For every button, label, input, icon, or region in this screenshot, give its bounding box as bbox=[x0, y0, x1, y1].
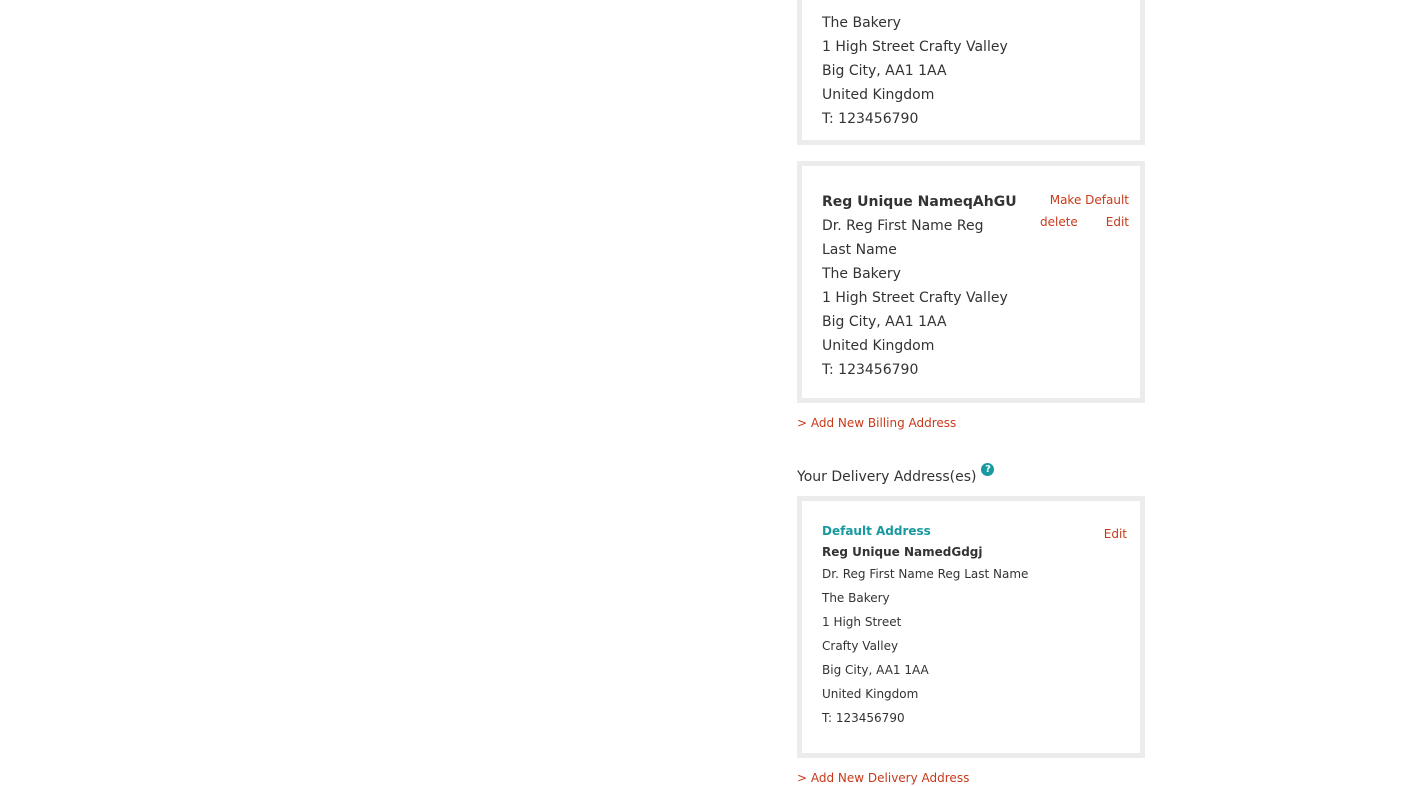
address-city-postcode: Big City, AA1 1AA bbox=[822, 314, 947, 330]
address-phone: T: 123456790 bbox=[822, 362, 919, 378]
address-locality: Crafty Valley bbox=[822, 639, 899, 653]
address-company: The Bakery bbox=[822, 266, 901, 282]
address-street: 1 High Street bbox=[822, 615, 902, 629]
address-company: The Bakery bbox=[822, 591, 890, 605]
address-phone: T: 123456790 bbox=[822, 711, 905, 725]
address-nickname: Reg Unique NameqAhGU bbox=[822, 194, 1017, 210]
delivery-section-title: Your Delivery Address(es)? bbox=[797, 463, 995, 488]
delete-link[interactable]: delete bbox=[1040, 215, 1078, 229]
address-street: 1 High Street Crafty Valley bbox=[822, 39, 1008, 55]
address-country: United Kingdom bbox=[822, 87, 935, 103]
add-new-delivery-address-link[interactable]: > Add New Delivery Address bbox=[797, 770, 969, 786]
address-city-postcode: Big City, AA1 1AA bbox=[822, 663, 929, 677]
address-phone: T: 123456790 bbox=[822, 111, 919, 127]
delivery-section-title-text: Your Delivery Address(es) bbox=[797, 469, 977, 485]
address-city-postcode: Big City, AA1 1AA bbox=[822, 63, 947, 79]
address-street: 1 High Street Crafty Valley bbox=[822, 290, 1008, 306]
edit-link[interactable]: Edit bbox=[1104, 527, 1127, 541]
make-default-link[interactable]: Make Default bbox=[1050, 193, 1129, 207]
billing-address-card: The Bakery 1 High Street Crafty Valley B… bbox=[797, 0, 1145, 145]
default-address-label: Default Address bbox=[822, 524, 931, 538]
address-country: United Kingdom bbox=[822, 687, 919, 701]
address-country: United Kingdom bbox=[822, 338, 935, 354]
address-nickname: Reg Unique NamedGdgj bbox=[822, 545, 983, 559]
add-new-billing-address-link[interactable]: > Add New Billing Address bbox=[797, 415, 956, 431]
address-full-name: Dr. Reg First Name Reg Last Name bbox=[822, 218, 984, 258]
delivery-address-card: Default Address Reg Unique NamedGdgj Dr.… bbox=[797, 496, 1145, 758]
billing-address-card: Reg Unique NameqAhGU Dr. Reg First Name … bbox=[797, 161, 1145, 403]
address-full-name: Dr. Reg First Name Reg Last Name bbox=[822, 567, 1029, 581]
edit-link[interactable]: Edit bbox=[1106, 215, 1129, 229]
help-icon[interactable]: ? bbox=[981, 463, 995, 476]
address-company: The Bakery bbox=[822, 15, 901, 31]
